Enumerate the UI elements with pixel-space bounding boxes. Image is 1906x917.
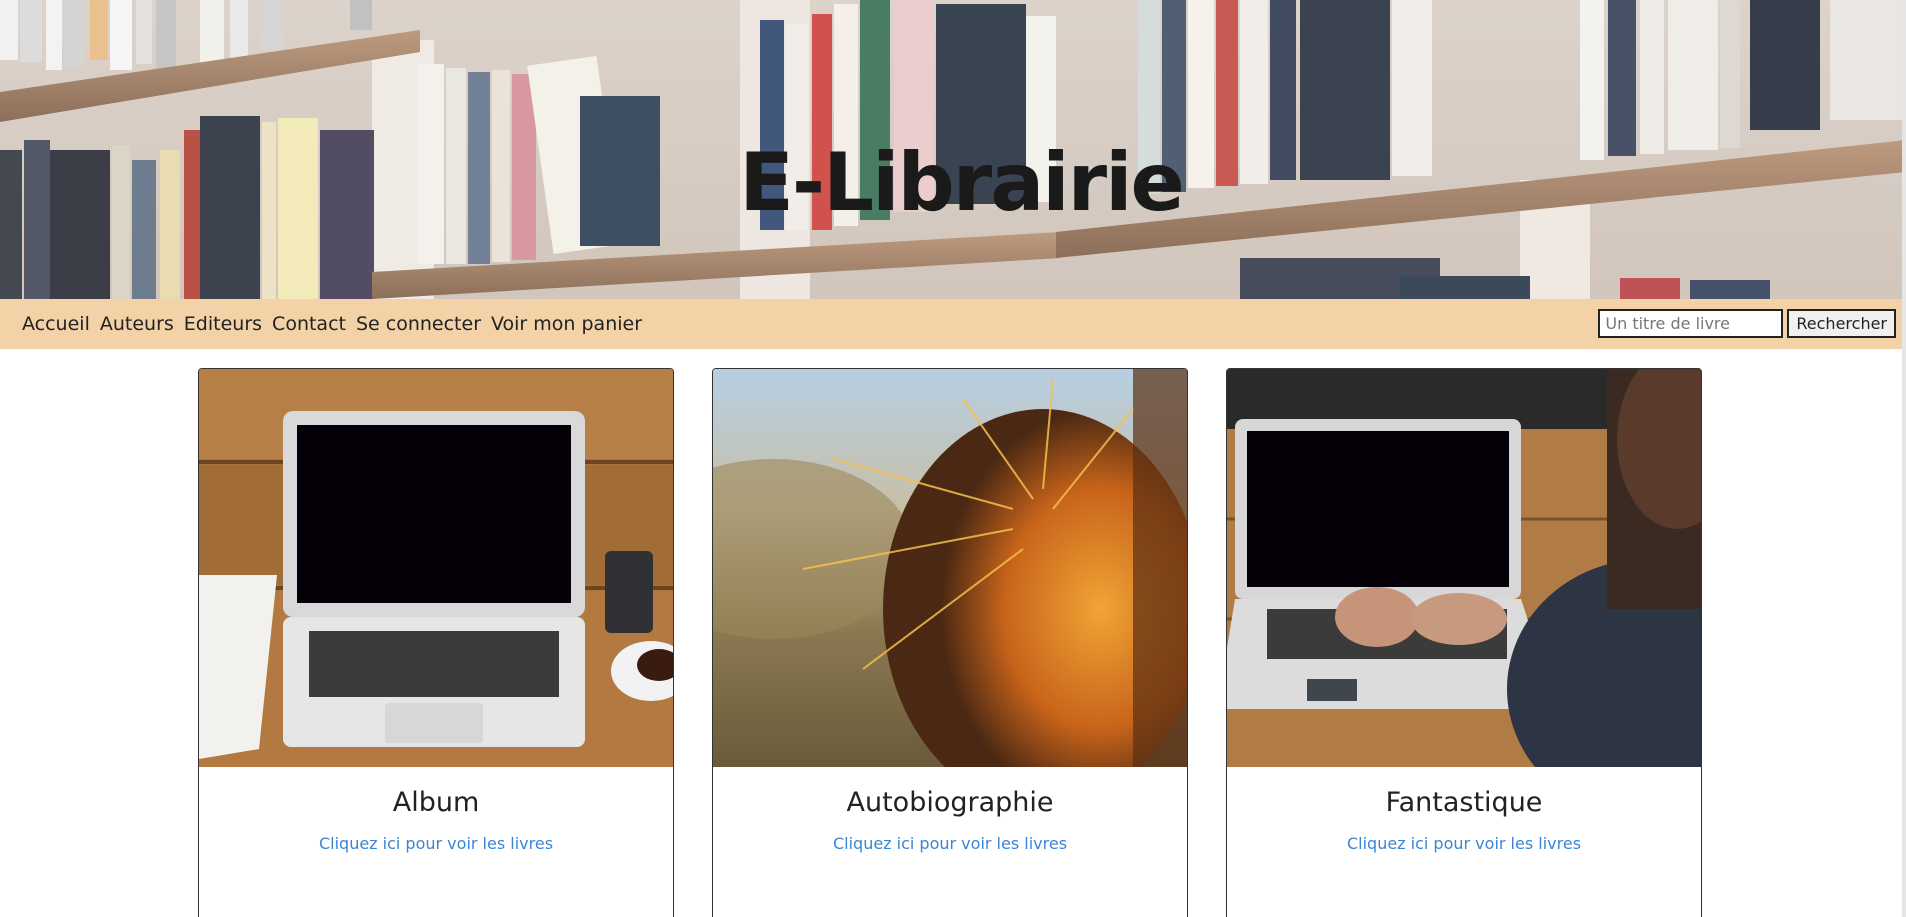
nav-link-editeurs[interactable]: Editeurs [184, 313, 262, 335]
nav-link-accueil[interactable]: Accueil [22, 313, 90, 335]
page-scrollbar[interactable] [1902, 0, 1906, 917]
nav-link-se-connecter[interactable]: Se connecter [356, 313, 481, 335]
search-form: Rechercher [1598, 309, 1896, 338]
site-title: E-Librairie [739, 136, 1185, 229]
category-card-album: Album Cliquez ici pour voir les livres [198, 368, 674, 917]
category-link[interactable]: Cliquez ici pour voir les livres [713, 834, 1187, 853]
nav-link-auteurs[interactable]: Auteurs [100, 313, 174, 335]
category-image-laptop[interactable] [199, 369, 673, 767]
search-input[interactable] [1598, 309, 1784, 338]
search-button[interactable]: Rechercher [1787, 309, 1896, 338]
category-image-cactus[interactable] [713, 369, 1187, 767]
nav-link-voir-panier[interactable]: Voir mon panier [491, 313, 642, 335]
category-title: Autobiographie [846, 787, 1054, 818]
category-image-typing[interactable] [1227, 369, 1701, 767]
category-card-autobiographie: Autobiographie Cliquez ici pour voir les… [712, 368, 1188, 917]
page: E-Librairie Accueil Auteurs Editeurs Con… [0, 0, 1906, 917]
header-banner: E-Librairie [0, 0, 1906, 299]
nav-links: Accueil Auteurs Editeurs Contact Se conn… [22, 299, 642, 349]
nav-link-contact[interactable]: Contact [272, 313, 346, 335]
category-title: Album [392, 787, 480, 818]
category-link[interactable]: Cliquez ici pour voir les livres [199, 834, 673, 853]
category-link[interactable]: Cliquez ici pour voir les livres [1227, 834, 1701, 853]
category-title: Fantastique [1385, 787, 1543, 818]
category-card-fantastique: Fantastique Cliquez ici pour voir les li… [1226, 368, 1702, 917]
navbar: Accueil Auteurs Editeurs Contact Se conn… [0, 299, 1906, 349]
